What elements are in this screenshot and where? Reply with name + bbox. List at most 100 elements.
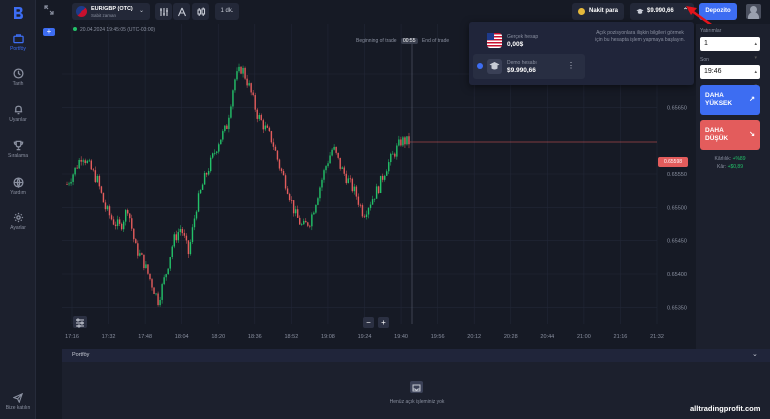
candle-body — [104, 202, 107, 210]
briefcase-icon — [12, 34, 24, 44]
candle-body — [230, 106, 232, 118]
candle-body — [309, 225, 311, 227]
sidebar-item-label: Ayarlar — [10, 225, 26, 231]
sidebar-item-settings[interactable]: Ayarlar — [0, 212, 36, 231]
candle-body — [84, 160, 86, 164]
account-real[interactable]: Gerçek hesap 0,00$ — [473, 28, 585, 53]
candle-body — [159, 299, 161, 306]
candle-body — [292, 200, 295, 214]
candle-body — [139, 253, 141, 256]
x-tick-label: 19:08 — [321, 334, 335, 340]
candle-body — [216, 151, 218, 153]
asset-name: EUR/GBP (OTC) — [91, 6, 133, 12]
avatar[interactable] — [746, 4, 761, 19]
candle-body — [86, 160, 88, 164]
candle-body — [299, 217, 301, 225]
candle-body — [92, 169, 95, 171]
candle-body — [133, 228, 135, 240]
candle-body — [290, 200, 293, 201]
candle-body — [199, 189, 202, 194]
timeframe-button[interactable]: 1 dk. — [215, 3, 239, 20]
end-time-input[interactable]: 19:46 ▴▾ — [700, 65, 760, 89]
sidebar-item-help[interactable]: Yardım — [0, 177, 36, 196]
higher-button[interactable]: DAHA YÜKSEK ↗ — [700, 85, 760, 115]
candle-body — [246, 78, 248, 86]
candle-body — [185, 235, 188, 241]
candle-body — [232, 90, 234, 107]
candle-body — [214, 152, 216, 154]
chevron-down-icon[interactable]: ⌄ — [752, 350, 758, 358]
candle-body — [147, 264, 149, 274]
candle-body — [183, 233, 186, 236]
candle-body — [98, 175, 101, 187]
zoom-out-button[interactable]: − — [363, 317, 374, 328]
sidebar-item-label: Bize katılın — [5, 405, 31, 411]
candle-body — [68, 183, 70, 185]
candle-body — [226, 125, 228, 129]
candle-body — [222, 131, 224, 140]
portfolio-header[interactable] — [62, 349, 770, 362]
candle-body — [135, 239, 137, 244]
candle-body — [359, 204, 362, 206]
candle-body — [256, 109, 258, 119]
chart-type-button[interactable] — [192, 3, 209, 20]
candle-body — [339, 157, 341, 169]
sidebar-item-portfolio[interactable]: Portföy — [0, 33, 36, 52]
candle-body — [169, 257, 171, 269]
candle-body — [191, 227, 194, 243]
candle-body — [108, 206, 111, 216]
asset-selector[interactable]: EUR/GBP (OTC) Sabit zaman ⌄ — [72, 3, 150, 20]
lower-button[interactable]: DAHA DÜŞÜK ↘ — [700, 120, 760, 150]
candle-body — [82, 160, 84, 162]
asset-type: Sabit zaman — [91, 13, 117, 18]
zoom-in-button[interactable]: + — [378, 317, 389, 328]
indicators-button[interactable] — [155, 3, 172, 20]
candle-body — [118, 219, 121, 224]
begin-of-trade-label: Beginning of trade — [356, 38, 397, 44]
candle-body — [373, 198, 376, 200]
sidebar-item-join[interactable]: Bize katılın — [0, 393, 36, 411]
lower-label: DAHA DÜŞÜK — [705, 127, 729, 142]
sidebar-item-alerts[interactable]: Uyarılar — [0, 104, 36, 123]
fullscreen-icon[interactable] — [44, 5, 54, 15]
candle-body — [280, 168, 283, 171]
chart-timestamp-text: 20.04.2024 19:45:05 (UTC-03:00) — [80, 27, 156, 33]
candle-body — [236, 71, 238, 80]
candle-body — [349, 178, 352, 180]
x-tick-label: 20:28 — [504, 334, 518, 340]
candle-body — [315, 204, 317, 213]
sidebar-item-label: Uyarılar — [9, 117, 27, 123]
cash-button[interactable]: Nakit para — [572, 3, 624, 20]
candle-body — [357, 196, 360, 205]
x-tick-label: 21:32 — [650, 334, 664, 340]
investment-input[interactable]: 1 ▴ ▾ — [700, 37, 760, 61]
candle-body — [155, 293, 157, 295]
sidebar-item-history[interactable]: Tarih — [0, 68, 36, 87]
add-chart-button[interactable]: + — [43, 28, 55, 36]
chart-settings-button[interactable] — [73, 316, 87, 328]
more-options-icon[interactable]: ⋮ — [567, 61, 575, 70]
globe-icon — [12, 177, 24, 188]
candle-body — [345, 173, 347, 184]
profitability-value: +%89 — [732, 156, 746, 162]
sidebar-item-ranking[interactable]: Sıralama — [0, 140, 36, 159]
drawing-tools-button[interactable] — [173, 3, 190, 20]
candle-body — [390, 153, 392, 163]
candle-body — [137, 243, 139, 256]
candle-body — [161, 284, 163, 300]
candle-body — [151, 279, 153, 288]
x-tick-label: 18:04 — [175, 334, 189, 340]
candle-body — [205, 173, 208, 175]
candles-icon — [196, 7, 205, 16]
candle-body — [234, 79, 236, 91]
candle-body — [392, 153, 394, 155]
candle-body — [250, 83, 252, 93]
candle-body — [224, 125, 226, 132]
candle-body — [179, 229, 182, 233]
candle-body — [375, 186, 378, 199]
cash-label: Nakit para — [589, 8, 619, 14]
stepper-icon[interactable]: ▴▾ — [754, 37, 757, 65]
candle-body — [335, 146, 337, 153]
chart-x-axis: 17:16 17:32 17:48 18:04 18:20 18:36 18:52 19:08… — [65, 334, 664, 340]
account-demo[interactable]: Demo hesabı $9.990,66 ⋮ — [473, 54, 585, 79]
